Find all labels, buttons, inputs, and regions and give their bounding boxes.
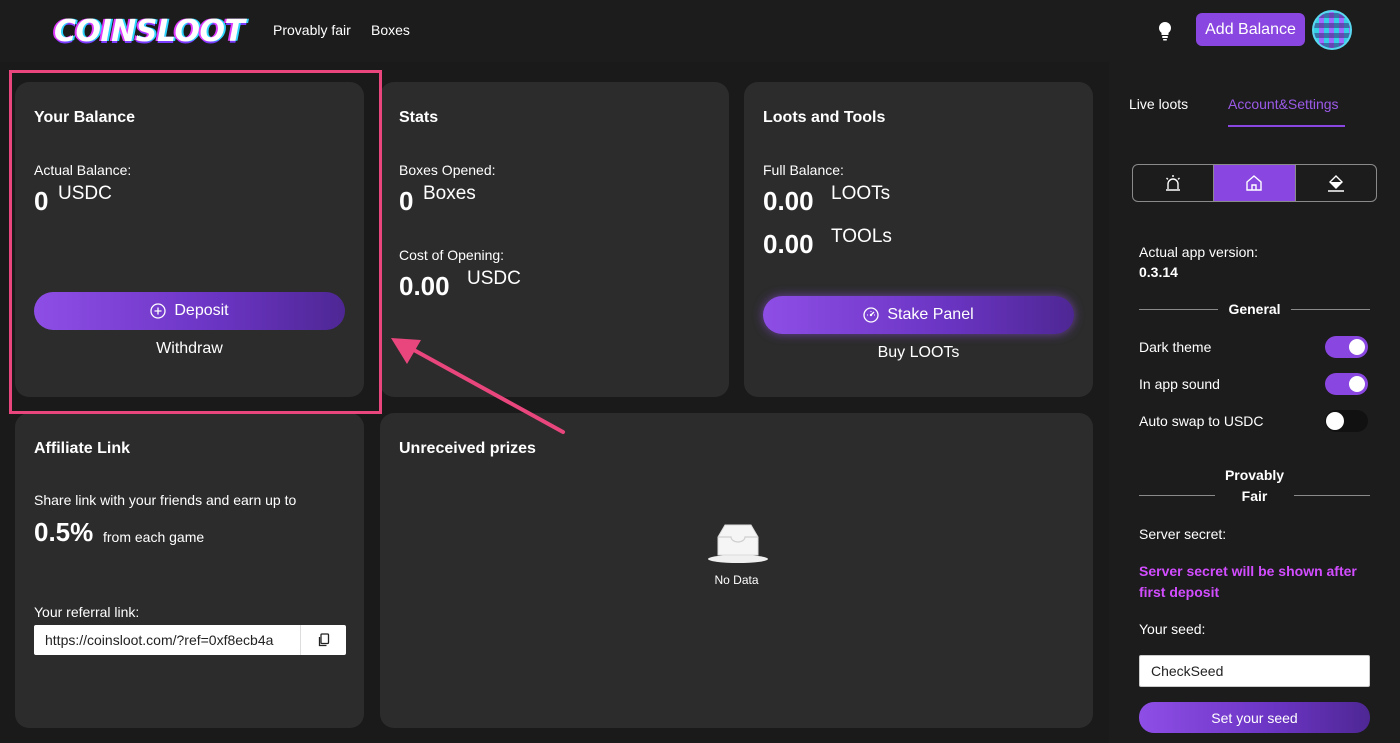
affiliate-title: Affiliate Link (34, 440, 131, 457)
tab-account-settings[interactable]: Account&Settings (1228, 96, 1339, 112)
home-icon (1246, 175, 1263, 191)
provably-heading-line1: Provably (1224, 467, 1285, 483)
dashboard-gauge-icon (863, 307, 880, 323)
in-app-sound-label: In app sound (1139, 376, 1220, 392)
dark-theme-toggle[interactable] (1325, 336, 1368, 358)
top-header: COINSLOOT Provably fair Boxes Add Balanc… (0, 0, 1400, 62)
referral-link-value[interactable]: https://coinsloot.com/?ref=0xf8ecb4a (34, 632, 300, 648)
set-seed-button[interactable]: Set your seed (1139, 702, 1370, 733)
active-tab-indicator (1228, 125, 1345, 127)
deposit-button[interactable]: Deposit (34, 292, 345, 330)
auto-swap-toggle[interactable] (1325, 410, 1368, 432)
app-version-value: 0.3.14 (1139, 264, 1178, 280)
share-text: Share link with your friends and earn up… (34, 492, 297, 508)
stake-panel-button[interactable]: Stake Panel (763, 296, 1074, 334)
empty-inbox-icon (707, 523, 769, 570)
seed-input[interactable]: CheckSeed (1139, 655, 1370, 687)
affiliate-percent-suffix: from each game (103, 529, 205, 545)
nav-boxes[interactable]: Boxes (371, 22, 410, 38)
balance-card: Your Balance Actual Balance: 0 USDC Depo… (15, 82, 364, 397)
cost-unit: USDC (467, 268, 521, 289)
deposit-label: Deposit (174, 302, 229, 319)
nav-provably-fair[interactable]: Provably fair (273, 22, 351, 38)
auto-swap-label: Auto swap to USDC (1139, 413, 1264, 429)
withdraw-link[interactable]: Withdraw (34, 340, 345, 358)
alarm-icon (1166, 175, 1181, 191)
cost-of-opening-value: 0.00 (399, 271, 450, 301)
boxes-opened-value: 0 (399, 186, 414, 216)
lightbulb-icon[interactable] (1157, 21, 1173, 41)
tab-live-loots[interactable]: Live loots (1129, 96, 1188, 112)
affiliate-percent: 0.5% (34, 517, 94, 547)
tool-unit: TOOLs (831, 226, 892, 247)
balance-title: Your Balance (34, 109, 136, 126)
app-version-label: Actual app version: (1139, 244, 1259, 260)
boxes-opened-label: Boxes Opened: (399, 162, 496, 178)
general-heading-text: General (1228, 301, 1281, 317)
unreceived-prizes-card: Unreceived prizes No Data (380, 413, 1093, 728)
segment-theme[interactable] (1294, 165, 1376, 201)
loot-unit: LOOTs (831, 183, 891, 204)
segment-alarm[interactable] (1133, 165, 1213, 201)
loots-title: Loots and Tools (763, 109, 886, 126)
add-balance-button[interactable]: Add Balance (1196, 13, 1305, 46)
loot-value: 0.00 (763, 186, 814, 216)
avatar[interactable] (1312, 10, 1352, 50)
coinsloot-logo[interactable]: COINSLOOT (54, 14, 245, 49)
prizes-title: Unreceived prizes (399, 440, 536, 457)
dark-theme-label: Dark theme (1139, 339, 1212, 355)
affiliate-card: Affiliate Link Share link with your frie… (15, 413, 364, 728)
stats-title: Stats (399, 109, 439, 126)
paint-bucket-icon (1327, 175, 1344, 192)
cost-of-opening-label: Cost of Opening: (399, 247, 505, 263)
in-app-sound-toggle[interactable] (1325, 373, 1368, 395)
stake-panel-label: Stake Panel (887, 306, 974, 323)
general-heading: General (1139, 301, 1371, 317)
server-secret-note: Server secret will be shown after first … (1139, 563, 1357, 600)
provably-heading-line2: Fair (1241, 488, 1268, 504)
provably-fair-heading: Provably Fair (1139, 465, 1371, 507)
settings-sidebar: Live loots Account&Settings Actual app v… (1109, 62, 1400, 743)
buy-loots-link[interactable]: Buy LOOTs (763, 344, 1074, 362)
annotation-arrow (391, 338, 565, 434)
copy-icon[interactable] (300, 625, 346, 655)
referral-link-label: Your referral link: (34, 604, 140, 620)
actual-balance-label: Actual Balance: (34, 162, 132, 178)
balance-unit: USDC (58, 183, 112, 204)
referral-link-field[interactable]: https://coinsloot.com/?ref=0xf8ecb4a (34, 625, 346, 655)
boxes-unit: Boxes (423, 183, 476, 204)
loots-tools-card: Loots and Tools Full Balance: 0.00 LOOTs… (744, 82, 1093, 397)
tool-value: 0.00 (763, 229, 814, 259)
no-data-text: No Data (714, 573, 759, 587)
segment-home[interactable] (1213, 165, 1295, 201)
plus-circle-icon (150, 303, 167, 319)
settings-segmented-control (1132, 164, 1377, 202)
balance-amount: 0 (34, 186, 49, 216)
server-secret-label: Server secret: (1139, 526, 1227, 542)
seed-label: Your seed: (1139, 621, 1206, 637)
full-balance-label: Full Balance: (763, 162, 844, 178)
